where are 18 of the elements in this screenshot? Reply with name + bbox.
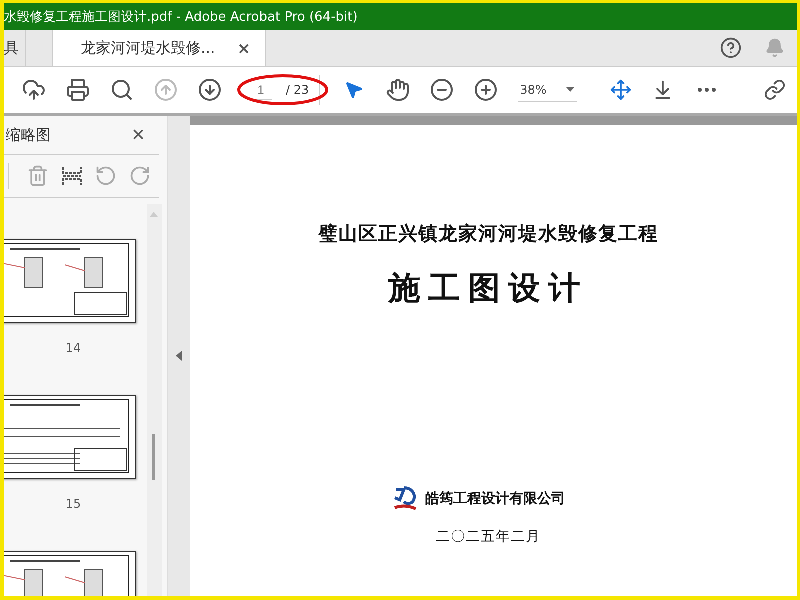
document-date: 二〇二五年二月 xyxy=(436,528,541,546)
panel-title: 缩略图 xyxy=(6,126,51,144)
caret-icon xyxy=(566,87,575,92)
page-number-field[interactable]: 1 xyxy=(250,80,272,100)
close-tab-button[interactable]: × xyxy=(237,38,251,58)
page-count: / 23 xyxy=(286,83,310,97)
close-panel-button[interactable]: × xyxy=(132,122,145,148)
zoom-dropdown[interactable]: 38% xyxy=(518,78,577,102)
window-title: 水毁修复工程施工图设计.pdf - Adobe Acrobat Pro (64-bit) xyxy=(4,8,358,26)
company-logo xyxy=(392,486,418,512)
page-number-label: 14 xyxy=(66,341,82,355)
document-title: 施工图设计 xyxy=(388,268,588,309)
document-tab[interactable]: 具 xyxy=(4,30,26,66)
company-name: 皓筠工程设计有限公司 xyxy=(426,490,566,508)
scroll-bar[interactable] xyxy=(147,204,162,596)
document-tab[interactable]: 龙家河河堤水毁修... × xyxy=(52,30,266,66)
page-number-label: 15 xyxy=(66,497,82,511)
document-heading: 璧山区正兴镇龙家河河堤水毁修复工程 xyxy=(318,222,658,247)
